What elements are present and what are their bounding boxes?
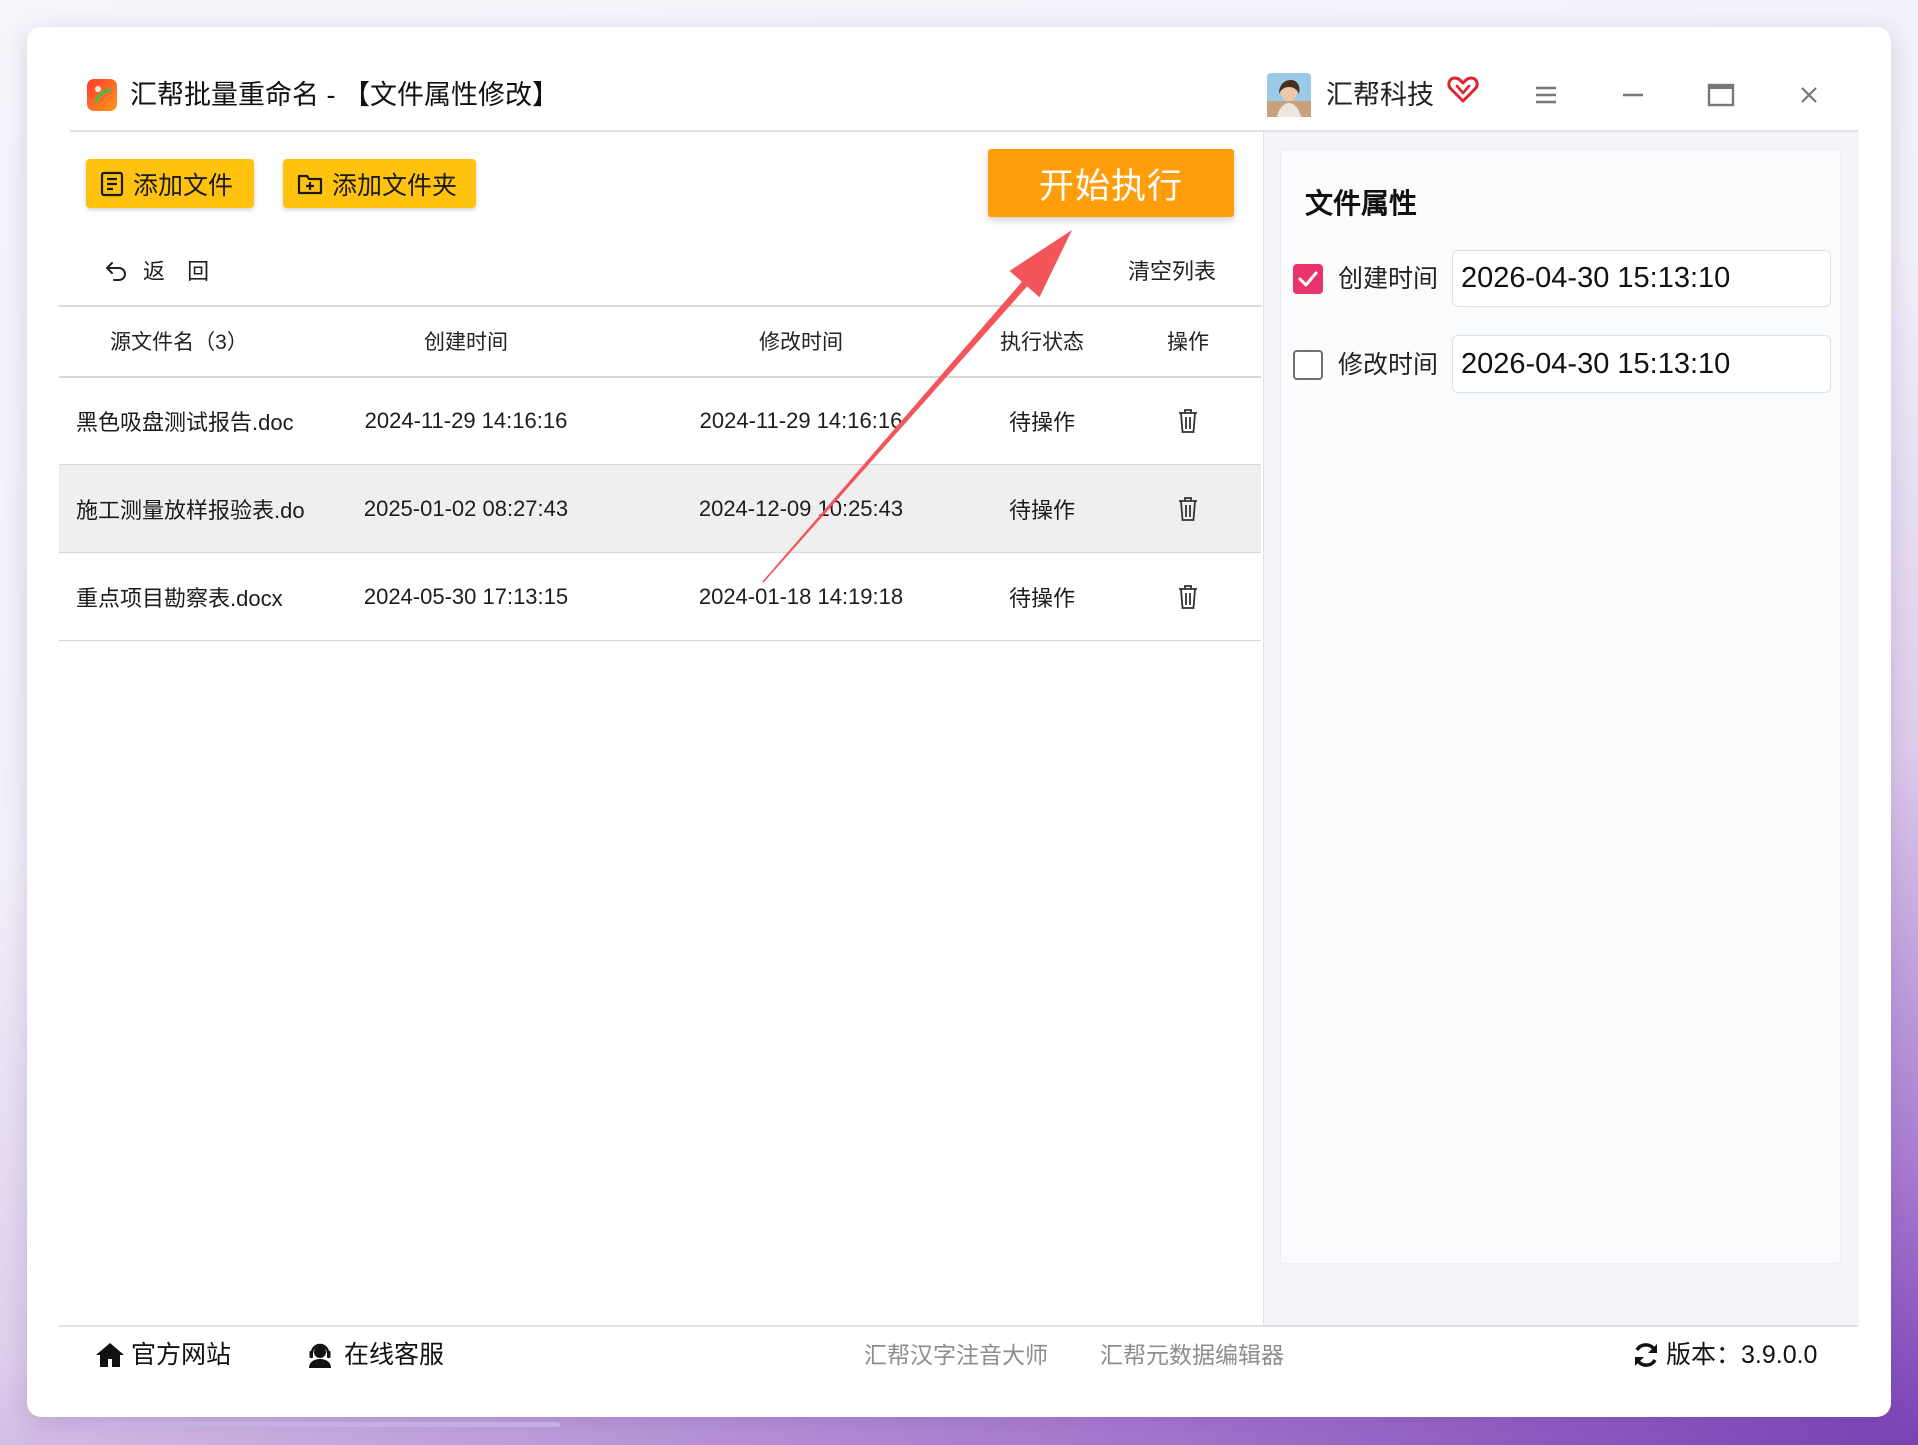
close-icon[interactable] [1799,85,1819,105]
trash-icon[interactable] [1138,553,1238,640]
modified-time-input[interactable]: 2026-04-30 15:13:10 [1452,335,1831,393]
table-row[interactable]: 重点项目勘察表.docx 2024-05-30 17:13:15 2024-01… [59,553,1261,641]
version-label: 版本：3.9.0.0 [1666,1341,1818,1369]
metadata-editor-link[interactable]: 汇帮元数据编辑器 [1100,1338,1284,1372]
created-time-input[interactable]: 2026-04-30 15:13:10 [1452,250,1831,307]
modified-time-checkbox[interactable] [1293,350,1323,380]
created-time: 2025-01-02 08:27:43 [363,495,569,521]
properties-card [1280,149,1841,1264]
add-file-button[interactable]: 添加文件 [86,159,254,208]
customer-service-icon [306,1341,334,1369]
modified-time: 2024-01-18 14:19:18 [698,583,904,609]
clear-list-button[interactable]: 清空列表 [1128,259,1216,285]
table-row[interactable]: 黑色吸盘测试报告.doc 2024-11-29 14:16:16 2024-11… [59,377,1261,465]
window-title: 汇帮批量重命名 - 【文件属性修改】 [130,80,559,110]
modified-time: 2024-12-09 10:25:43 [698,495,904,521]
header-created[interactable]: 创建时间 [346,306,586,376]
file-name: 黑色吸盘测试报告.doc [76,409,294,435]
back-label: 返 回 [143,259,218,284]
brand-name: 汇帮科技 [1326,80,1434,110]
created-time-label: 创建时间 [1338,265,1439,293]
add-folder-label: 添加文件夹 [332,171,458,200]
footer-divider [59,1325,1858,1327]
add-file-label: 添加文件 [133,171,234,200]
table-header: 源文件名（3） 创建时间 修改时间 执行状态 操作 [59,306,1261,376]
official-website-link[interactable]: 官方网站 [95,1338,231,1372]
online-support-link[interactable]: 在线客服 [306,1338,444,1372]
home-icon [95,1341,125,1369]
header-modified[interactable]: 修改时间 [681,306,921,376]
created-time: 2024-11-29 14:16:16 [364,407,568,433]
modified-time-label: 修改时间 [1338,351,1439,379]
trash-icon[interactable] [1138,465,1238,552]
phonetic-app-link[interactable]: 汇帮汉字注音大师 [864,1338,1048,1372]
start-button[interactable]: 开始执行 [988,149,1234,217]
version-info: 版本：3.9.0.0 [1632,1338,1817,1372]
status-text: 待操作 [1008,497,1075,523]
vip-heart-icon[interactable] [1447,73,1479,105]
refresh-icon[interactable] [1632,1341,1660,1369]
file-name: 重点项目勘察表.docx [76,585,283,611]
online-support-label: 在线客服 [344,1341,445,1369]
app-window: 汇帮批量重命名 - 【文件属性修改】 汇帮科技 添加文件 添加文件夹 开始执行 … [27,27,1891,1417]
properties-title: 文件属性 [1305,188,1418,219]
add-folder-button[interactable]: 添加文件夹 [283,159,476,208]
back-button[interactable]: 返 回 [104,259,217,285]
app-logo-icon [86,78,118,112]
created-time-checkbox[interactable] [1293,264,1323,294]
folder-plus-icon [297,172,323,196]
header-action: 操作 [1167,331,1209,354]
modified-time: 2024-11-29 14:16:16 [699,407,903,433]
header-status: 执行状态 [1000,331,1084,354]
official-website-label: 官方网站 [131,1341,232,1369]
minimize-icon[interactable] [1621,85,1645,105]
trash-icon[interactable] [1138,377,1238,464]
back-arrow-icon [104,260,130,284]
maximize-icon[interactable] [1707,83,1735,107]
header-filename[interactable]: 源文件名（3） [59,306,299,376]
menu-icon[interactable] [1534,85,1558,105]
created-time: 2024-05-30 17:13:15 [363,583,569,609]
status-text: 待操作 [1008,409,1075,435]
scroll-indicator[interactable] [59,1422,560,1427]
table-row[interactable]: 施工测量放样报验表.do 2025-01-02 08:27:43 2024-12… [59,465,1261,553]
status-text: 待操作 [1008,585,1075,611]
file-name: 施工测量放样报验表.do [76,497,305,523]
avatar[interactable] [1267,73,1311,117]
document-list-icon [100,171,124,197]
